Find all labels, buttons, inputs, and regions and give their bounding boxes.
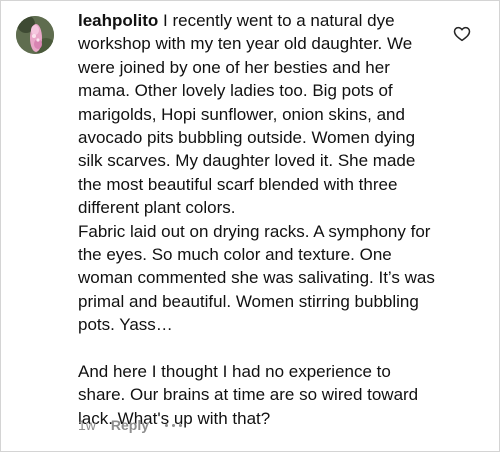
- comment-text-2: Fabric laid out on drying racks. A symph…: [78, 221, 440, 335]
- comment-paragraph: leahpolito I recently went to a natural …: [78, 9, 438, 220]
- like-button[interactable]: [453, 25, 471, 43]
- avatar-image: [16, 16, 54, 54]
- comment-card: leahpolito I recently went to a natural …: [0, 0, 500, 452]
- comment-text-1: I recently went to a natural dye worksho…: [78, 11, 421, 218]
- comment-body: leahpolito I recently went to a natural …: [78, 9, 438, 430]
- avatar[interactable]: [16, 16, 54, 54]
- more-icon-dot: [179, 423, 183, 427]
- paragraph-break: [78, 337, 438, 360]
- more-icon-dot: [165, 423, 169, 427]
- more-options-button[interactable]: [165, 423, 183, 427]
- timestamp: 1w: [78, 417, 96, 433]
- comment-meta: 1w Reply: [78, 417, 183, 433]
- reply-button[interactable]: Reply: [111, 417, 149, 433]
- heart-icon: [453, 26, 471, 42]
- username[interactable]: leahpolito: [78, 11, 158, 30]
- more-icon-dot: [172, 423, 176, 427]
